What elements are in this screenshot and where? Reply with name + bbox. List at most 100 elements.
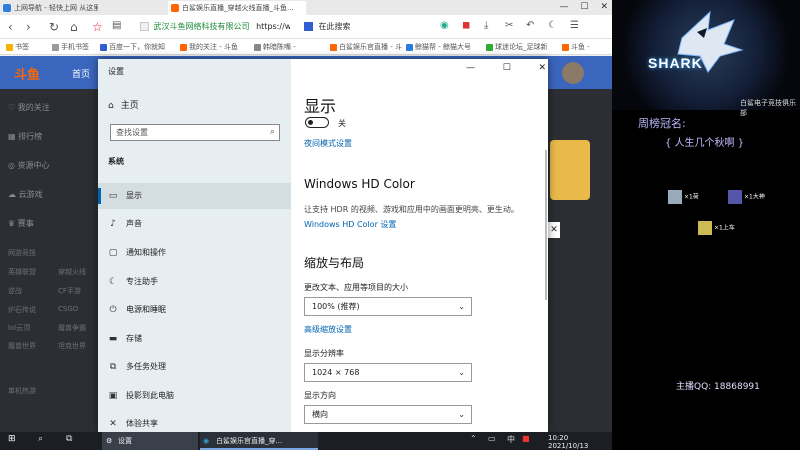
- close-button[interactable]: ✕: [538, 63, 546, 73]
- page-icon[interactable]: ▤: [112, 20, 121, 31]
- scale-dropdown[interactable]: 100% (推荐) ⌄: [304, 297, 472, 316]
- settings-search-input[interactable]: 查找设置 ⌕: [110, 124, 280, 141]
- extension-icon[interactable]: ◉: [440, 20, 449, 31]
- settings-scrollbar[interactable]: [545, 150, 547, 300]
- network-icon[interactable]: ▭: [488, 434, 496, 443]
- settings-home[interactable]: ⌂ 主页: [108, 98, 139, 111]
- back-icon[interactable]: ‹: [8, 20, 13, 34]
- minimize-button[interactable]: —: [466, 63, 475, 73]
- nav-display[interactable]: ▭ 显示: [98, 183, 291, 209]
- phone-icon: [52, 43, 59, 51]
- nav-shared-experiences[interactable]: ✕ 体验共享: [98, 411, 291, 432]
- game-link[interactable]: 坦克世界: [58, 341, 86, 351]
- bookmark-item[interactable]: 球迷论坛_足球新: [486, 42, 548, 52]
- tray-chevron-icon[interactable]: ⌃: [470, 434, 477, 443]
- settings-group-label: 系统: [108, 157, 124, 166]
- ime-indicator[interactable]: 中: [507, 434, 515, 445]
- night-light-settings-link[interactable]: 夜间模式设置: [304, 138, 352, 149]
- game-link[interactable]: 英雄联盟: [8, 267, 36, 277]
- club-name: 白鲨电子竞技俱乐部: [740, 99, 796, 117]
- search-placeholder: 查找设置: [116, 128, 148, 137]
- bookmark-item[interactable]: 我的关注 - 斗鱼: [180, 42, 238, 52]
- game-link[interactable]: 穿越火线: [58, 267, 86, 277]
- game-link[interactable]: CSGO: [58, 305, 78, 313]
- bookmark-item[interactable]: 韩暗陈嘴 -: [254, 42, 296, 52]
- forward-icon[interactable]: ›: [26, 20, 31, 34]
- night-mode-icon[interactable]: ☾: [548, 20, 557, 31]
- maximize-button[interactable]: ☐: [580, 0, 588, 15]
- sidebar-item-rank[interactable]: ▦ 排行榜: [8, 131, 42, 142]
- sidebar-item-follow[interactable]: ♡ 我的关注: [8, 102, 50, 113]
- taskbar-app-settings[interactable]: ⚙ 设置: [102, 432, 198, 450]
- download-icon[interactable]: ⤓: [484, 20, 488, 31]
- nav-notifications[interactable]: ▢ 通知和操作: [98, 240, 291, 266]
- douyu-home-link[interactable]: 首页: [72, 67, 90, 80]
- nav-sound[interactable]: ♪ 声音: [98, 211, 291, 237]
- chevron-down-icon: ⌄: [458, 410, 465, 419]
- bookmark-item[interactable]: 书签: [6, 42, 29, 52]
- url-field[interactable]: 武汉斗鱼网络科技有限公司 https://ww: [140, 18, 290, 36]
- game-link[interactable]: lol云顶: [8, 323, 30, 333]
- task-view-icon[interactable]: ⧉: [66, 434, 72, 444]
- sidebar-item-match[interactable]: ♛ 赛事: [8, 218, 34, 229]
- sidebar-item-resource[interactable]: ◎ 资源中心: [8, 160, 50, 171]
- tab-label: 白鲨娱乐直播_穿越火线直播_斗鱼...: [182, 4, 294, 12]
- close-icon[interactable]: ✕: [548, 222, 560, 238]
- undo-icon[interactable]: ↶: [526, 20, 534, 31]
- game-icon[interactable]: ◼: [462, 20, 470, 31]
- night-light-state: 关: [338, 119, 346, 128]
- resource-icon: ◎: [8, 161, 15, 170]
- scale-value: 100% (推荐): [312, 302, 360, 311]
- close-button[interactable]: ✕: [600, 0, 608, 15]
- douyu-logo[interactable]: 斗鱼: [14, 64, 40, 83]
- team-name: SHARK: [648, 55, 703, 71]
- promo-banner[interactable]: [550, 140, 590, 200]
- hdr-settings-link[interactable]: Windows HD Color 设置: [304, 219, 396, 230]
- bookmark-item[interactable]: 鲸猫帮 - 鲸猫大号: [406, 42, 471, 52]
- nav-power[interactable]: ⏻ 电源和睡眠: [98, 297, 291, 323]
- douyu-icon: [330, 43, 337, 51]
- favorite-icon[interactable]: ☆: [92, 20, 103, 34]
- sidebar-item-cloudgame[interactable]: ☁ 云游戏: [8, 189, 43, 200]
- nav-multitasking[interactable]: ⧉ 多任务处理: [98, 354, 291, 380]
- search-icon[interactable]: ⌕: [38, 434, 43, 444]
- taskbar-clock[interactable]: 10:20 2021/10/13: [548, 434, 588, 450]
- gift-entry: ×1荷: [668, 190, 699, 204]
- avatar[interactable]: [562, 62, 584, 84]
- home-icon[interactable]: ⌂: [70, 20, 78, 34]
- windows-start-icon[interactable]: ⊞: [8, 434, 16, 444]
- bookmark-item[interactable]: 斗鱼 -: [562, 42, 590, 52]
- bookmark-item[interactable]: 百度一下，你就知: [100, 42, 165, 52]
- nav-storage[interactable]: ▬ 存储: [98, 326, 291, 352]
- lock-icon: [140, 22, 149, 31]
- game-link[interactable]: 魔兽世界: [8, 341, 36, 351]
- antivirus-icon[interactable]: ■: [522, 434, 530, 443]
- menu-icon[interactable]: ☰: [570, 20, 579, 31]
- douyu-tab-icon: [171, 4, 179, 12]
- tab-douyu[interactable]: 白鲨娱乐直播_穿越火线直播_斗鱼...: [168, 1, 306, 15]
- orientation-dropdown[interactable]: 横向 ⌄: [304, 405, 472, 424]
- url-text: https://ww: [256, 22, 290, 31]
- game-link[interactable]: 炉石传说: [8, 305, 36, 315]
- night-light-toggle[interactable]: [305, 117, 329, 128]
- tab-navigation[interactable]: 上网导航 - 轻快上网 从这里开始: [0, 1, 98, 15]
- nav-focus-assist[interactable]: ☾ 专注助手: [98, 269, 291, 295]
- maximize-button[interactable]: ☐: [503, 63, 511, 73]
- reload-icon[interactable]: ↻: [49, 20, 59, 34]
- resolution-label: 显示分辨率: [304, 349, 344, 358]
- game-link[interactable]: 逆战: [8, 286, 22, 296]
- resolution-dropdown[interactable]: 1024 × 768 ⌄: [304, 363, 472, 382]
- taskbar-app-browser[interactable]: ◉ 白鲨娱乐官直播_穿...: [200, 432, 318, 450]
- game-link[interactable]: 魔兽争霸: [58, 323, 86, 333]
- nav-project[interactable]: ▣ 投影到此电脑: [98, 383, 291, 409]
- advanced-scaling-link[interactable]: 高级缩放设置: [304, 324, 352, 335]
- game-link[interactable]: CF手游: [58, 286, 81, 296]
- weekly-crown-name: { 人生几个秋啊 }: [665, 138, 745, 149]
- bookmark-item[interactable]: 白鲨娱乐官直播 - 斗: [330, 42, 402, 52]
- scissors-icon[interactable]: ✂: [505, 20, 513, 31]
- scale-heading: 缩放与布局: [304, 256, 365, 270]
- notification-icon: ▢: [108, 248, 118, 258]
- search-field[interactable]: 在此搜索: [304, 19, 404, 35]
- minimize-button[interactable]: —: [559, 0, 568, 15]
- bookmark-item[interactable]: 手机书签: [52, 42, 89, 52]
